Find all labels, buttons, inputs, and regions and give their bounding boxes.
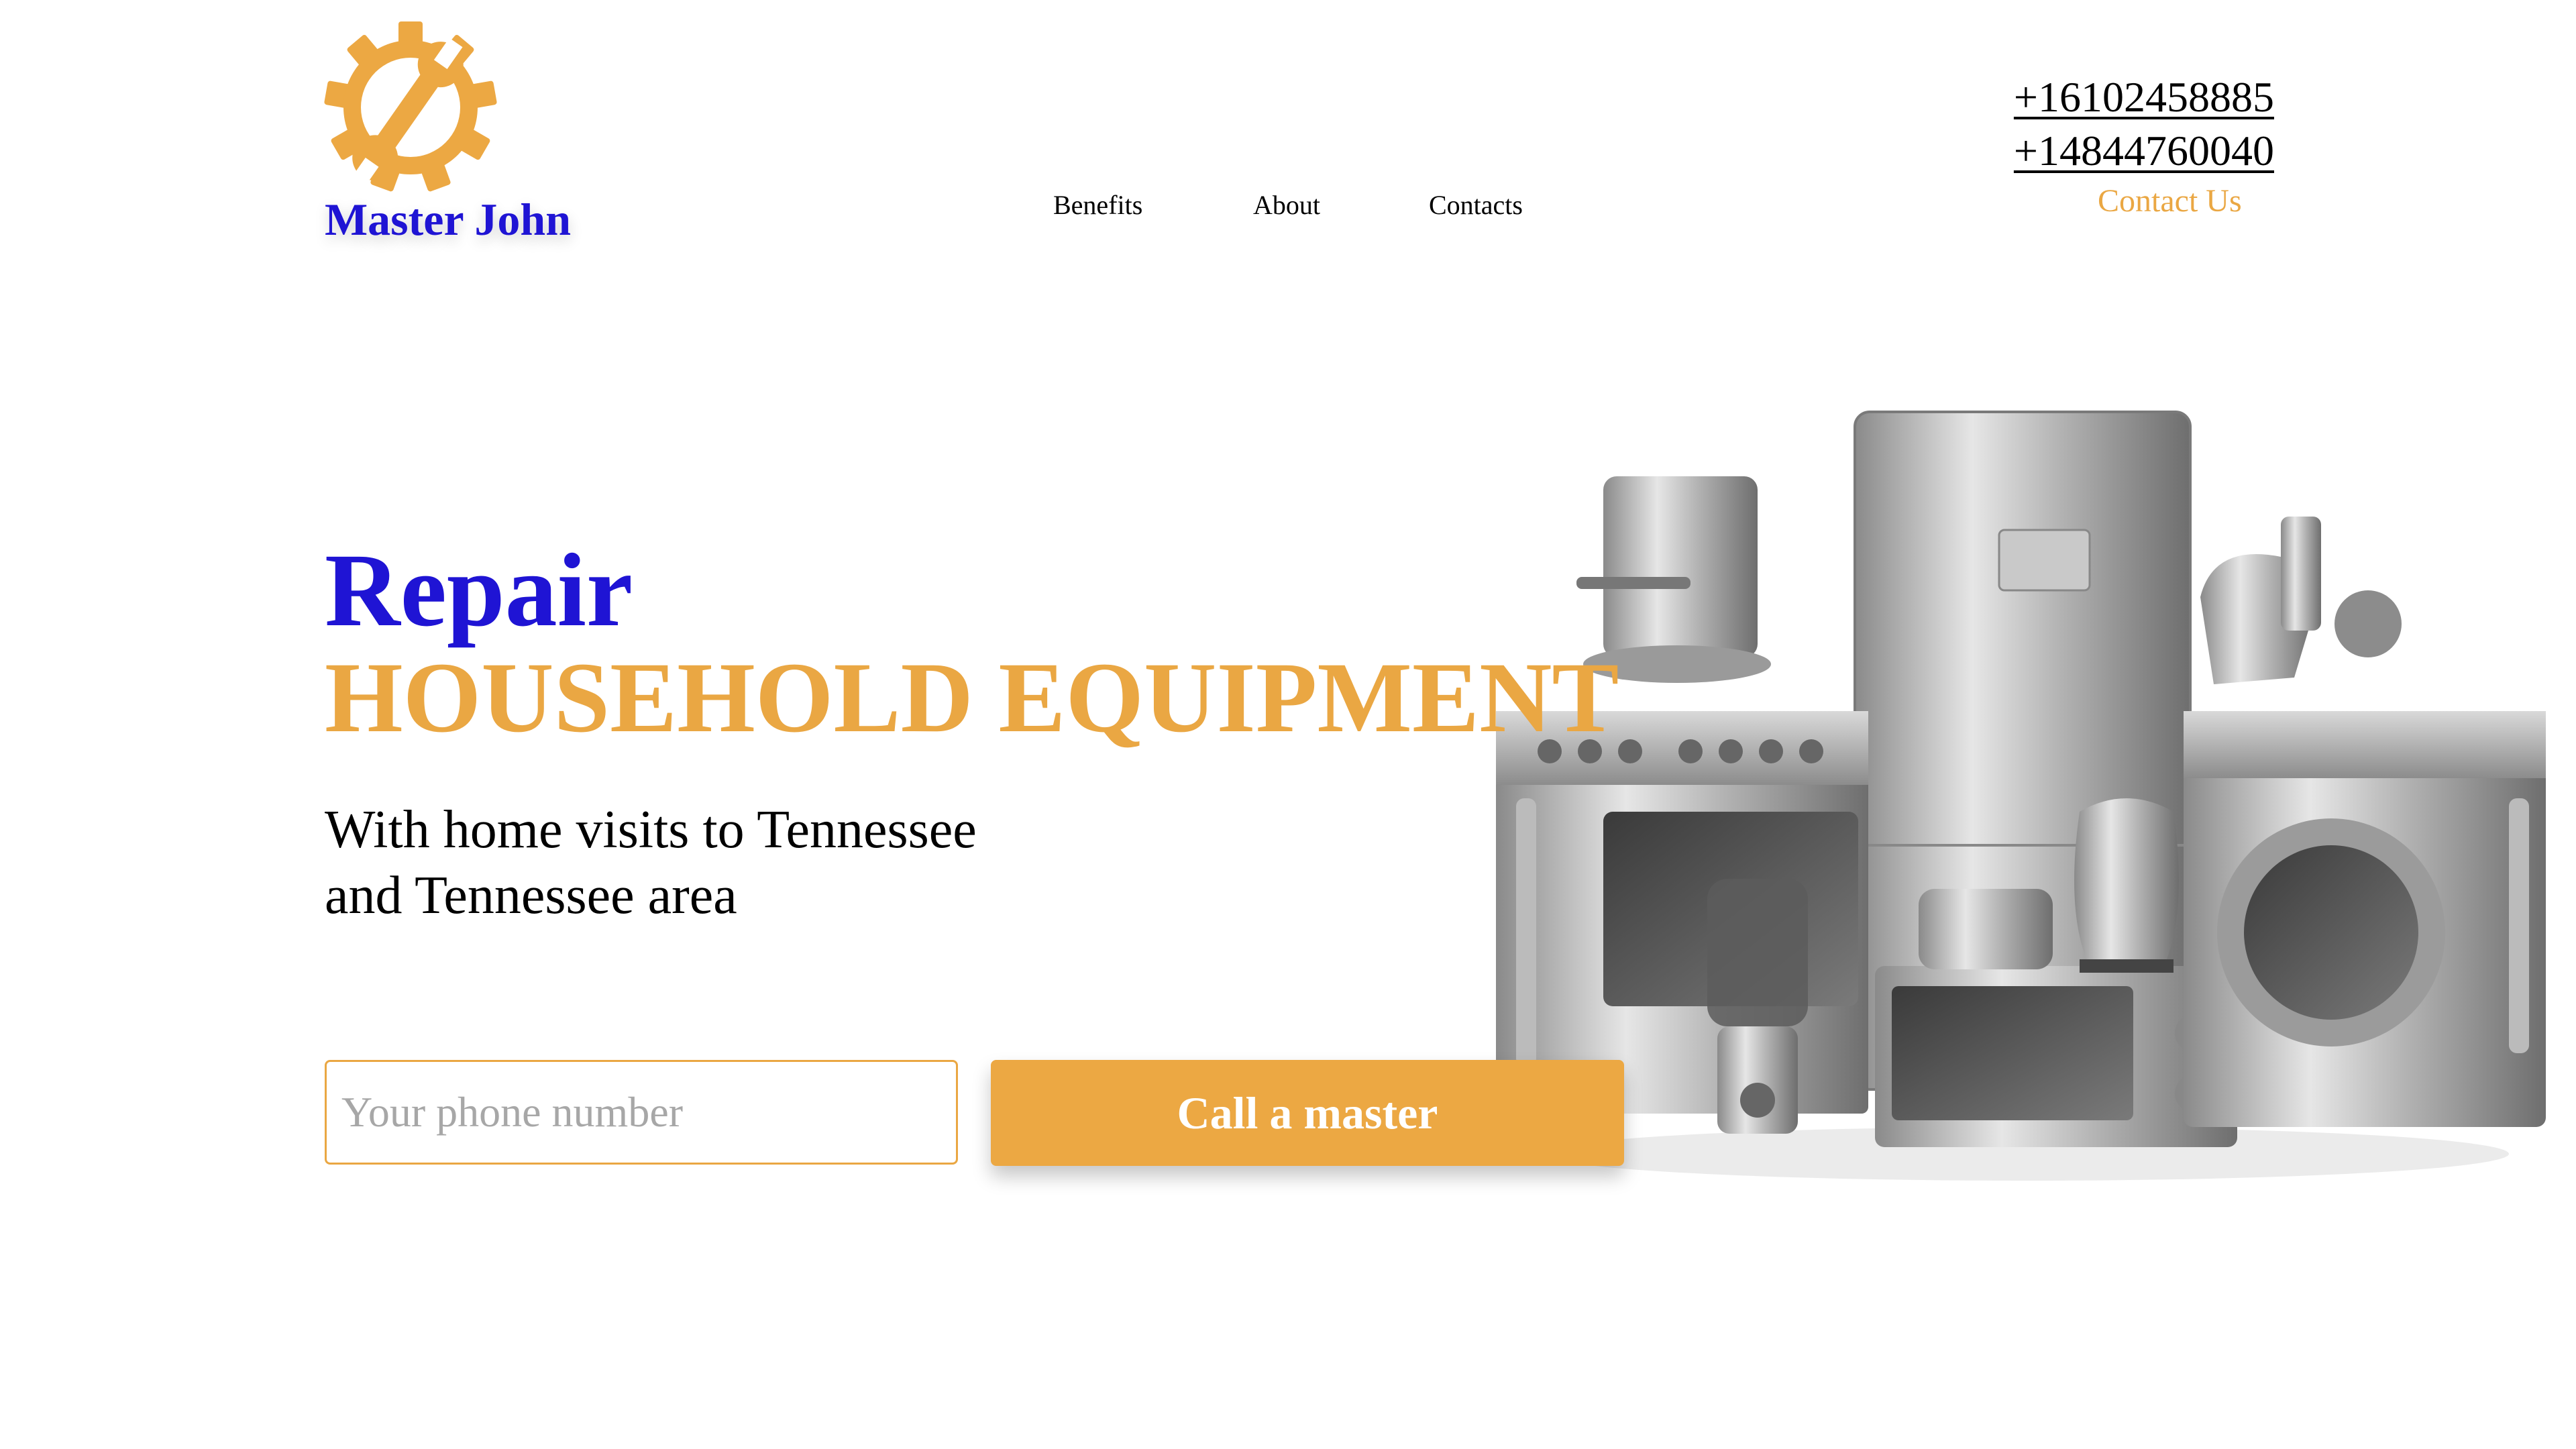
brand-name: Master John: [325, 194, 572, 245]
hero-description: With home visits to Tennessee and Tennes…: [325, 797, 1063, 928]
hero-description-line-1: With home visits to Tennessee: [325, 800, 977, 859]
phone-link-1[interactable]: +16102458885: [2014, 70, 2274, 124]
gear-wrench-icon: [324, 21, 497, 192]
call-master-button[interactable]: Call a master: [991, 1060, 1624, 1166]
contact-us-link[interactable]: Contact Us: [2098, 182, 2242, 219]
phone-link-2[interactable]: +14844760040: [2014, 124, 2274, 178]
phone-list: +16102458885 +14844760040: [2014, 70, 2274, 178]
hero-title: Repair: [325, 532, 633, 648]
nav-benefits-link[interactable]: Benefits: [1053, 189, 1142, 221]
phone-number-input[interactable]: [325, 1060, 958, 1165]
hero-subtitle: HOUSEHOLD EQUIPMENT: [325, 642, 1619, 753]
household-appliances-image: [1496, 411, 2546, 1181]
nav-about-link[interactable]: About: [1253, 189, 1320, 221]
landing-page: Master John Benefits About Contacts +161…: [0, 0, 2576, 1449]
hero-description-line-2: and Tennessee area: [325, 866, 737, 925]
nav-contacts-link[interactable]: Contacts: [1429, 189, 1523, 221]
